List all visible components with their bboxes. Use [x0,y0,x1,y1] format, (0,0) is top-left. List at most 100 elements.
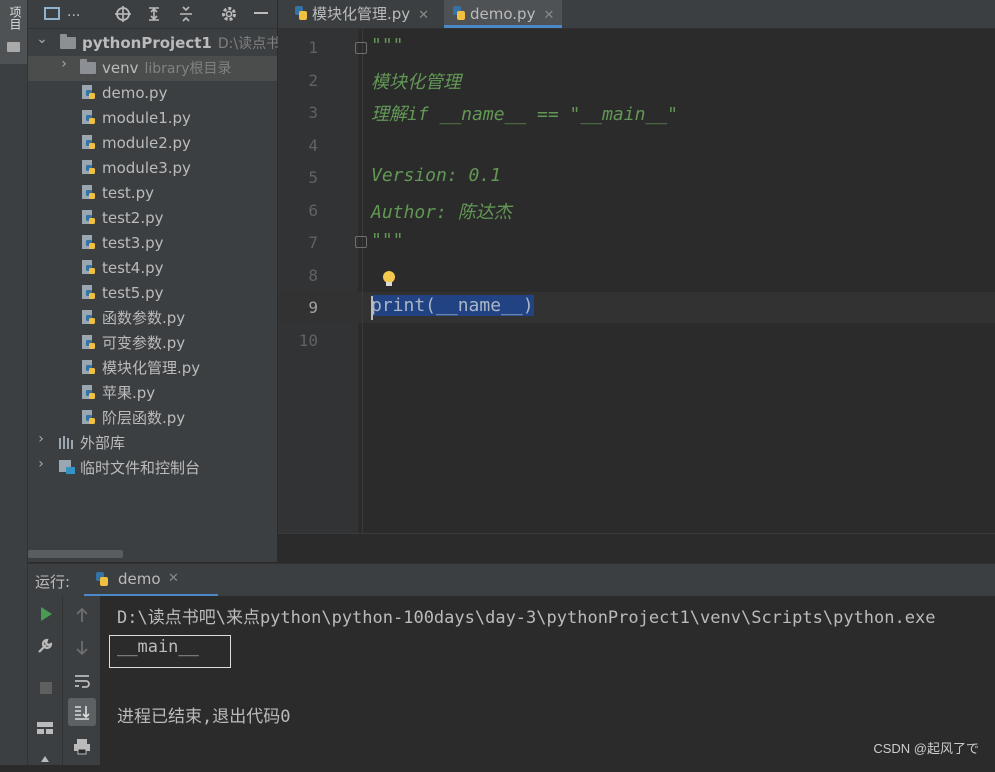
wrench-icon[interactable] [36,637,54,655]
tree-item-file[interactable]: 阶层函数.py [82,406,185,431]
arrow-up-icon[interactable] [73,606,91,624]
tree-item-file[interactable]: test.py [82,181,154,206]
file-name: 苹果.py [102,384,156,402]
indent-guide [362,29,363,533]
editor-breadcrumb-bar [278,533,995,563]
tree-item-file[interactable]: module1.py [82,106,191,131]
collapse-all-icon[interactable] [177,5,195,23]
run-tab-label: demo [118,570,161,588]
print-icon[interactable] [73,737,91,755]
project-tool-tab[interactable]: 项目 [0,0,27,64]
tree-item-file[interactable]: 模块化管理.py [82,356,200,381]
code-line-3-prefix: 理解 [371,104,407,125]
file-name: test5.py [102,284,164,302]
tab-module-management[interactable]: 模块化管理.py ✕ [286,0,437,28]
selected-code: print(__name__) [371,295,534,316]
tree-item-file[interactable]: test3.py [82,231,164,256]
soft-wrap-icon[interactable] [73,672,91,690]
folder-icon [80,59,96,74]
close-icon[interactable]: ✕ [418,8,429,23]
line-number: 6 [308,201,318,220]
tree-item-file[interactable]: module3.py [82,156,191,181]
line-number: 10 [298,331,318,350]
tree-item-venv[interactable]: venv library根目录 [80,56,232,81]
tree-item-file[interactable]: 苹果.py [82,381,155,406]
run-toolbar-secondary [62,596,101,765]
lightbulb-icon[interactable] [381,270,397,288]
chevron-down-icon[interactable]: ⌄ [36,31,48,47]
folder-icon [7,42,20,52]
rerun-icon[interactable] [37,605,55,623]
tree-item-file[interactable]: test4.py [82,256,164,281]
file-name: 可变参数.py [102,334,186,352]
hide-panel-icon[interactable] [254,12,268,14]
code-line-6-author: 陈达杰 [457,202,512,223]
arrow-down-icon[interactable] [73,639,91,657]
file-name: test2.py [102,209,164,227]
python-file-icon [82,260,95,274]
expand-all-icon[interactable] [145,5,163,23]
tree-item-file[interactable]: 函数参数.py [82,306,185,331]
stop-icon[interactable] [37,679,55,697]
python-file-icon [82,310,95,324]
tree-item-file[interactable]: test2.py [82,206,164,231]
venv-label: venv [102,59,139,77]
python-file-icon [82,335,95,349]
console-exit-line: 进程已结束,退出代码0 [117,707,291,727]
file-name: module1.py [102,109,191,127]
venv-note: library根目录 [144,61,232,77]
fold-marker-icon[interactable] [355,42,367,54]
locate-icon[interactable] [114,5,132,23]
code-line-5: Version: 0.1 [371,165,502,186]
code-line-3: 理解if __name__ == "__main__" [371,100,678,126]
code-line-2: 模块化管理 [371,72,461,93]
file-name: test4.py [102,259,164,277]
file-name: 阶层函数.py [102,409,186,427]
tab-demo[interactable]: demo.py ✕ [444,0,563,28]
tree-item-scratches[interactable]: 临时文件和控制台 [58,456,200,481]
console-output-line: __main__ [117,637,199,657]
run-tab-demo[interactable]: demo ✕ [84,564,218,597]
chevron-right-icon[interactable]: › [35,431,47,447]
scratches-label: 临时文件和控制台 [80,459,201,477]
code-line-7: """ [371,230,404,251]
line-number: 1 [308,38,318,57]
left-tool-strip [0,0,28,765]
pin-icon[interactable] [36,754,54,772]
python-file-icon [82,285,95,299]
python-file-icon [82,85,95,99]
file-name: test3.py [102,234,164,252]
tab-demo-label: demo.py [470,5,536,23]
tree-item-file[interactable]: module2.py [82,131,191,156]
scroll-to-end-button[interactable] [68,698,96,726]
project-view-icon[interactable] [44,7,60,20]
layout-icon[interactable] [36,719,54,737]
python-file-icon [82,135,95,149]
tree-item-file[interactable]: demo.py [82,81,167,106]
gear-icon[interactable] [220,5,238,23]
chevron-right-icon[interactable]: › [58,56,70,72]
project-panel-scrollbar[interactable] [28,550,123,558]
line-number: 7 [308,233,318,252]
tree-item-external-libraries[interactable]: 外部库 [58,431,125,456]
tree-item-file[interactable]: test5.py [82,281,164,306]
project-view-title[interactable]: ... [67,4,80,20]
file-name: 函数参数.py [102,309,186,327]
code-line-3-rest: if __name__ == "__main__" [407,104,678,125]
fold-marker-icon[interactable] [355,236,367,248]
code-line-6-key: Author: [371,202,458,223]
python-file-icon [82,185,95,199]
python-file-icon [82,410,95,424]
project-root-name: pythonProject1 [82,34,212,52]
tree-item-file[interactable]: 可变参数.py [82,331,185,356]
console-command-line: D:\读点书吧\来点python\python-100days\day-3\py… [117,608,936,628]
close-icon[interactable]: ✕ [543,8,554,23]
python-file-icon [82,160,95,174]
chevron-right-icon[interactable]: › [35,456,47,472]
line-number: 8 [308,266,318,285]
close-icon[interactable]: ✕ [168,571,179,586]
project-root[interactable]: pythonProject1 D:\读点书吧 [60,31,294,56]
folder-icon [60,34,76,49]
file-name: module2.py [102,134,191,152]
editor-tab-bar: 模块化管理.py ✕ demo.py ✕ [278,0,995,29]
